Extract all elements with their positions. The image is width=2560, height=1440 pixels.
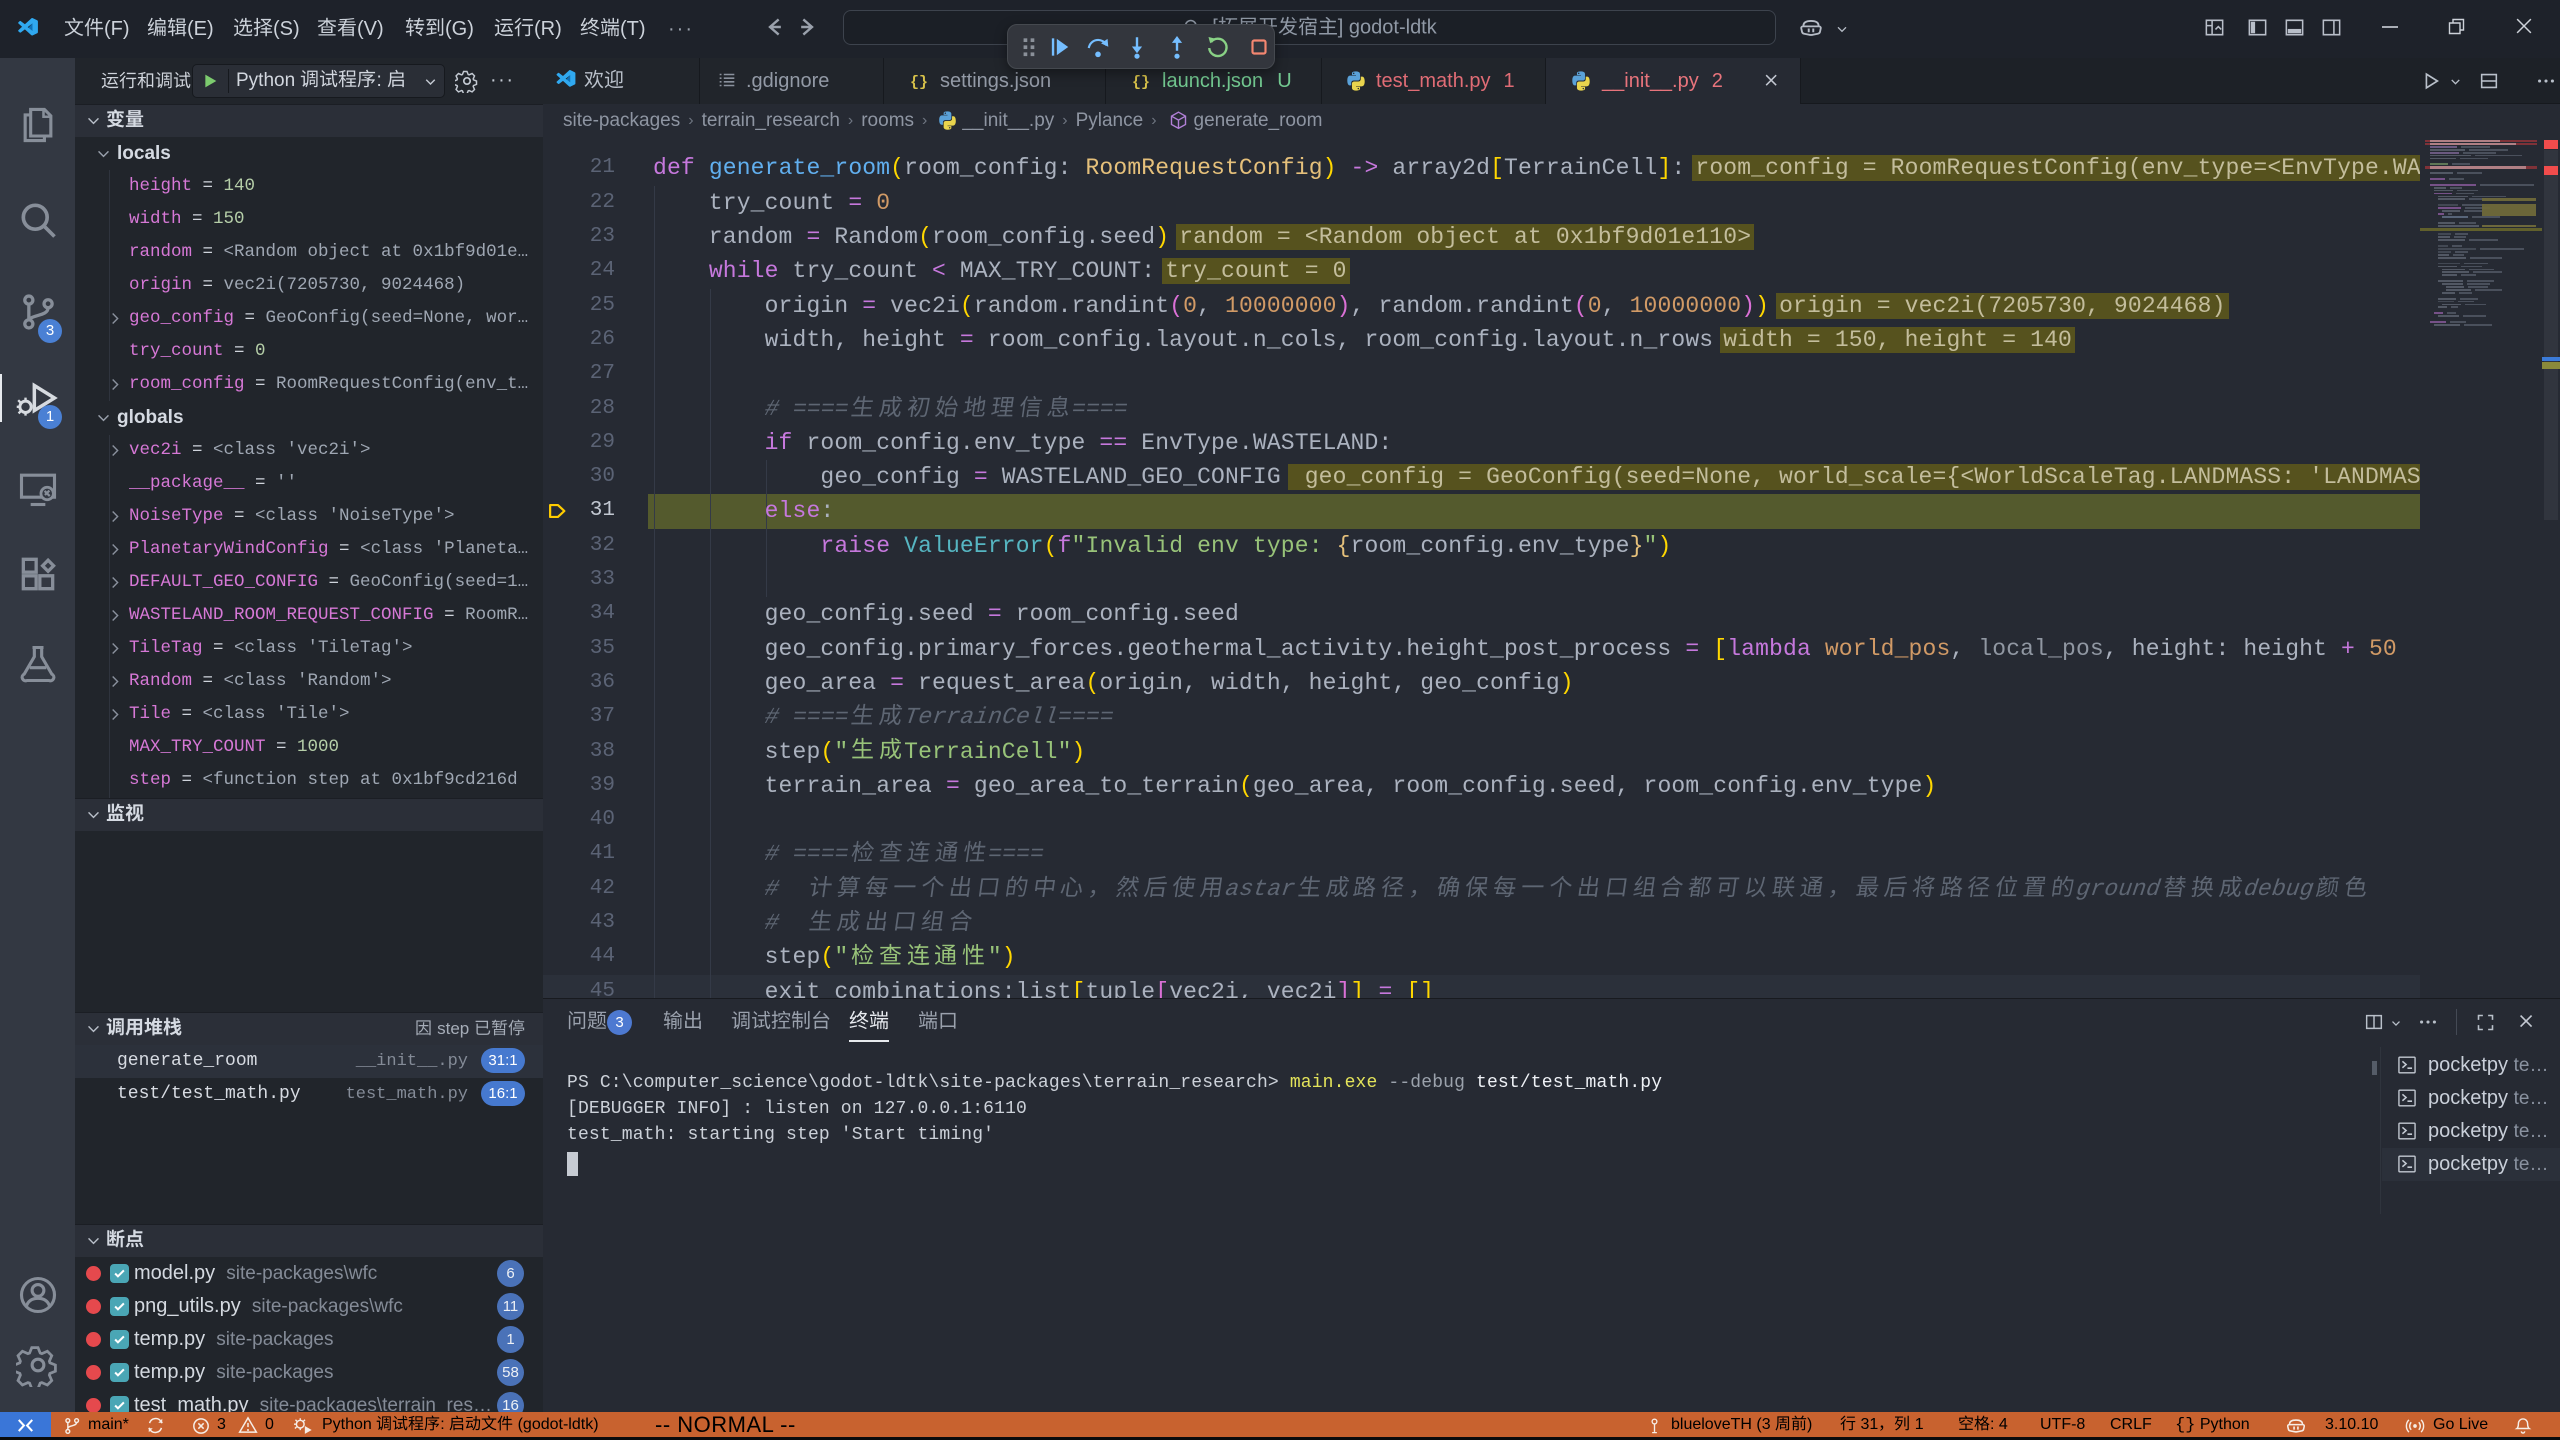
svg-text:{}: {} xyxy=(910,74,928,91)
svg-text:{}: {} xyxy=(1132,74,1150,91)
